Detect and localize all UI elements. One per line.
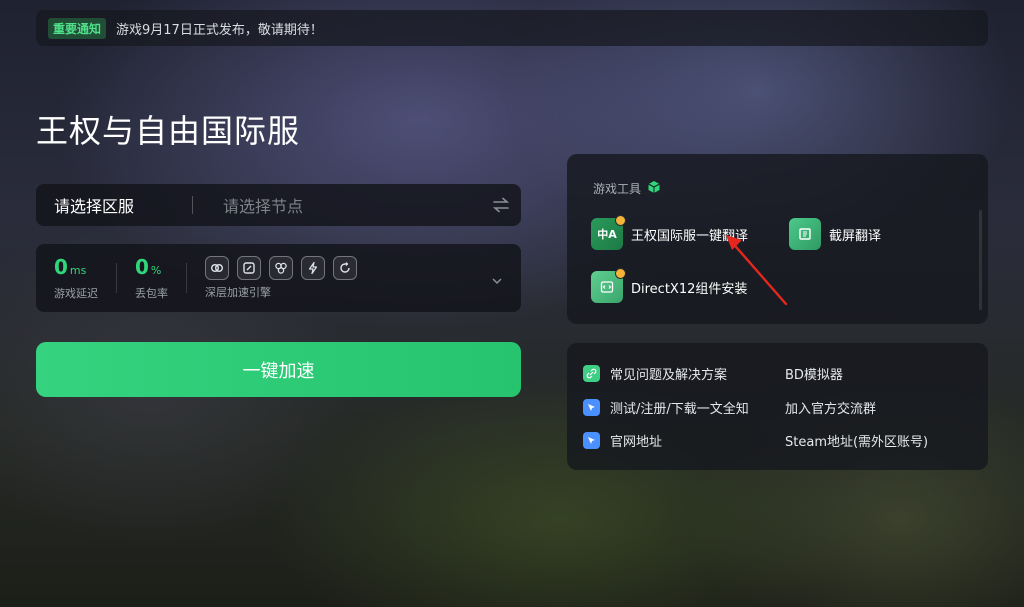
link-join-group[interactable]: 加入官方交流群 [785,398,876,417]
loss-label: 丢包率 [135,287,168,300]
divider [186,263,187,293]
server-selector: 请选择区服 请选择节点 [36,184,521,226]
multi-link-engine-icon[interactable] [269,256,293,280]
page-title: 王权与自由国际服 [36,112,301,150]
translate-icon: 中A [591,215,626,250]
tool-screenshot-translate[interactable]: 截屏翻译 [789,218,881,250]
scrollbar[interactable] [979,210,982,310]
link-label: Steam地址(需外区账号) [785,435,929,450]
translate-icon-text: 中A [597,228,617,241]
tools-header: 游戏工具 [593,180,661,197]
latency-label: 游戏延迟 [54,287,98,300]
chevron-down-icon[interactable] [491,270,503,289]
link-guide[interactable]: 测试/注册/下载一文全知 [583,398,749,417]
frame-engine-icon[interactable] [237,256,261,280]
link-label: 官网地址 [610,435,663,450]
link-official-site[interactable]: 官网地址 [583,431,662,450]
engine-label: 深层加速引擎 [205,286,271,299]
loss-unit: % [150,264,162,277]
loss-value: 0 [135,255,149,279]
directx-install-icon [591,268,626,303]
link-icon [583,365,600,382]
screenshot-translate-icon [789,218,821,250]
divider [116,263,117,293]
cursor-click-icon [583,432,600,449]
region-select[interactable]: 请选择区服 [36,193,192,217]
cube-icon [647,180,661,197]
link-steam[interactable]: Steam地址(需外区账号) [785,431,928,450]
engine-section: 深层加速引擎 [205,256,357,300]
link-engine-icon[interactable] [205,256,229,280]
latency-value: 0 [54,255,68,279]
tools-title: 游戏工具 [593,182,642,196]
node-select[interactable]: 请选择节点 [193,193,481,217]
notice-text: 游戏9月17日正式发布，敬请期待！ [116,22,323,38]
link-label: 常见问题及解决方案 [610,368,728,383]
packet-loss-stat: 0% 丢包率 [135,255,168,301]
annotation-arrow-icon [726,235,788,306]
links-panel: 常见问题及解决方案 BD模拟器 测试/注册/下载一文全知 加入官方交流群 官网地… [567,343,988,470]
latency-stat: 0 ms 游戏延迟 [54,255,98,301]
accelerate-button[interactable]: 一键加速 [36,342,521,397]
notice-bar: 重要通知 游戏9月17日正式发布，敬请期待！ [36,10,988,46]
latency-unit: ms [69,264,87,277]
cursor-click-icon [583,399,600,416]
link-faq[interactable]: 常见问题及解决方案 [583,364,727,383]
swap-icon[interactable] [481,197,521,213]
stats-panel: 0 ms 游戏延迟 0% 丢包率 深层加速引擎 [36,244,521,312]
notice-tag: 重要通知 [48,17,107,39]
link-label: BD模拟器 [785,368,843,383]
lightning-engine-icon[interactable] [301,256,325,280]
link-label: 测试/注册/下载一文全知 [610,402,749,417]
tool-label: 截屏翻译 [829,228,882,244]
restart-engine-icon[interactable] [333,256,357,280]
link-label: 加入官方交流群 [785,402,877,417]
link-bd-emulator[interactable]: BD模拟器 [785,364,843,383]
